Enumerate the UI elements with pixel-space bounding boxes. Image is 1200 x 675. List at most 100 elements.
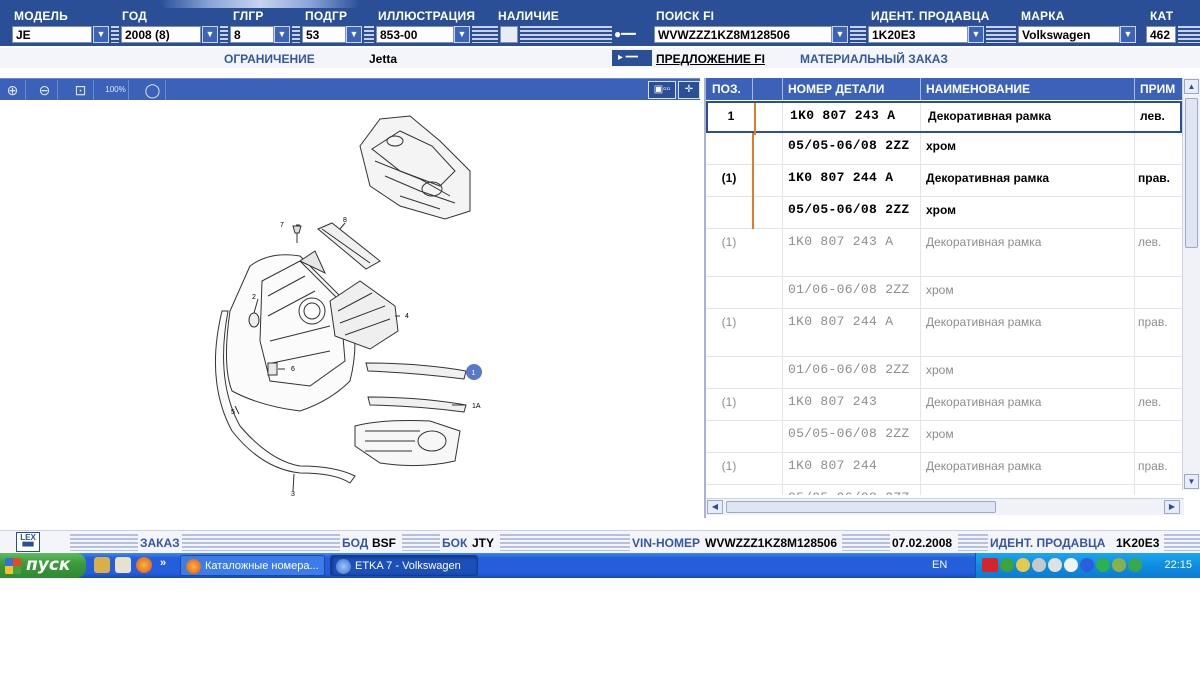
scroll-up-icon[interactable]: ▲ (1184, 79, 1199, 94)
quicklaunch-more-icon[interactable]: » (160, 557, 166, 569)
year-dropdown-icon[interactable]: ▼ (202, 26, 218, 43)
row-part-number: 05/05-06/08 2ZZ (788, 202, 910, 217)
table-row[interactable]: 05/05-06/08 2ZZ хром (706, 133, 1182, 165)
vendor-id-dropdown-icon[interactable]: ▼ (968, 26, 984, 43)
search-fi-dropdown-icon[interactable]: ▼ (832, 26, 848, 43)
arrow-right-icon: ▸ ━━ (612, 50, 652, 66)
security-icon[interactable] (1128, 558, 1142, 572)
tray-app-icon[interactable] (1112, 558, 1126, 572)
model-dropdown-icon[interactable]: ▼ (93, 26, 109, 43)
col-separator (782, 78, 783, 100)
start-button[interactable]: пуск (0, 553, 86, 578)
col-part-number[interactable]: НОМЕР ДЕТАЛИ (788, 82, 884, 96)
col-name[interactable]: НАИМЕНОВАНИЕ (926, 82, 1030, 96)
tray-app-icon[interactable] (1048, 558, 1062, 572)
col-separator (920, 78, 921, 100)
zoom-out-icon[interactable]: ⊖ (32, 80, 58, 100)
col-note[interactable]: ПРИМ (1140, 82, 1175, 96)
table-row[interactable]: (1) 1K0 807 244 Декоративная рамка прав. (706, 453, 1182, 485)
brand-dropdown-icon[interactable]: ▼ (1120, 26, 1136, 43)
tab-material-order[interactable]: МАТЕРИАЛЬНЫЙ ЗАКАЗ (800, 52, 948, 66)
bok-label: БОК (442, 536, 468, 550)
callout-1-active[interactable]: 1 (466, 364, 482, 380)
network-icon[interactable] (1000, 558, 1014, 572)
parts-table: ПОЗ. НОМЕР ДЕТАЛИ НАИМЕНОВАНИЕ ПРИМ 1 1K0… (704, 78, 1200, 518)
parts-illustration[interactable]: 7 8 2 4 6 1A 5 3 1 (0, 101, 700, 521)
tray-app-icon[interactable] (1016, 558, 1030, 572)
key-icon[interactable]: ●━━ (614, 27, 648, 42)
stripe-decoration (472, 26, 498, 43)
language-indicator[interactable]: EN (932, 559, 947, 571)
year-field[interactable]: 2008 (8) (121, 26, 201, 43)
table-row[interactable]: (1) 1K0 807 244 A Декоративная рамка прав. (706, 165, 1182, 197)
bod-value: BSF (372, 536, 396, 550)
zoom-fit-icon[interactable]: ◯ (140, 80, 166, 100)
scroll-thumb[interactable] (1185, 98, 1198, 248)
illustration-field[interactable]: 853-00 (376, 26, 454, 43)
taskbar-item-catalog[interactable]: Каталожные номера... (180, 555, 325, 576)
system-tray: 22:15 (975, 553, 1200, 578)
row-part-number: 1K0 807 243 (788, 394, 878, 409)
scroll-right-icon[interactable]: ▶ (1164, 500, 1180, 514)
col-separator (1134, 78, 1135, 100)
table-body: 1 1K0 807 243 A Декоративная рамка лев. 05/0… (706, 101, 1182, 495)
table-row[interactable]: 05/05-06/08 2ZZ хром (706, 421, 1182, 453)
table-row[interactable]: (1) 1K0 807 243 A Декоративная рамка лев. (706, 229, 1182, 277)
vertical-scrollbar[interactable]: ▲ ▼ (1182, 78, 1200, 490)
availability-label: НАЛИЧИЕ (498, 9, 559, 23)
podgr-field[interactable]: 53 (302, 26, 346, 43)
availability-checkbox[interactable] (500, 26, 518, 43)
usb-icon[interactable] (1064, 558, 1078, 572)
bok-value: JTY (472, 536, 495, 550)
stripe-decoration (182, 534, 340, 551)
layout-toggle-icon[interactable]: ▣▫▫ (648, 81, 676, 99)
model-field[interactable]: JE (12, 26, 92, 43)
catalog-field[interactable]: 462 (1146, 26, 1176, 43)
windows-taskbar: пуск » Каталожные номера... ETKA 7 - Vol… (0, 553, 1200, 578)
table-row[interactable]: 05/05-06/08 2ZZ хром (706, 485, 1182, 495)
table-row[interactable]: (1) 1K0 807 244 A Декоративная рамка прав. (706, 309, 1182, 357)
horizontal-scrollbar[interactable]: ◀ ▶ (706, 498, 1184, 515)
col-pos[interactable]: ПОЗ. (712, 82, 741, 96)
header-bar: МОДЕЛЬ JE ▼ ГОД 2008 (8) ▼ ГЛГР 8 ▼ ПОДГ… (0, 0, 1200, 46)
vendor-id-field[interactable]: 1K20E3 (868, 26, 968, 43)
brand-field[interactable]: Volkswagen (1018, 26, 1120, 43)
desktop-icon[interactable] (115, 557, 131, 573)
vendor-id-label: ИДЕНТ. ПРОДАВЦА (871, 9, 990, 23)
glgr-dropdown-icon[interactable]: ▼ (274, 26, 290, 43)
row-part-number: 1K0 807 243 A (790, 108, 896, 123)
bluetooth-icon[interactable] (1080, 558, 1094, 572)
firefox-icon[interactable] (136, 557, 152, 573)
table-row[interactable]: 1 1K0 807 243 A Декоративная рамка лев. (706, 101, 1182, 135)
stripe-decoration (402, 534, 440, 551)
ati-icon[interactable] (982, 558, 998, 572)
tray-app-icon[interactable] (1096, 558, 1110, 572)
lex-logo: LEX ▀▀ (16, 532, 40, 552)
illustration-dropdown-icon[interactable]: ▼ (454, 26, 470, 43)
volume-icon[interactable] (1032, 558, 1046, 572)
stripe-decoration (292, 26, 300, 43)
vendor-id-value: 1K20E3 (1116, 536, 1160, 550)
tab-fi-offer[interactable]: ПРЕДЛОЖЕНИЕ FI (656, 52, 765, 66)
row-note: прав. (1138, 171, 1170, 185)
scroll-down-icon[interactable]: ▼ (1184, 474, 1199, 489)
split-resize-icon[interactable]: ✛ (678, 81, 700, 99)
zoom-100-icon[interactable]: 100% (103, 80, 129, 100)
table-row[interactable]: (1) 1K0 807 243 Декоративная рамка лев. (706, 389, 1182, 421)
table-row[interactable]: 05/05-06/08 2ZZ хром (706, 197, 1182, 229)
table-row[interactable]: 01/06-06/08 2ZZ хром (706, 357, 1182, 389)
table-row[interactable]: 01/06-06/08 2ZZ хром (706, 277, 1182, 309)
zoom-area-icon[interactable]: ⊡ (68, 80, 94, 100)
callout-4: 4 (405, 313, 409, 320)
row-part-number: 01/06-06/08 2ZZ (788, 362, 910, 377)
scroll-left-icon[interactable]: ◀ (707, 500, 723, 514)
scroll-thumb[interactable] (726, 501, 996, 513)
podgr-dropdown-icon[interactable]: ▼ (346, 26, 362, 43)
explorer-icon[interactable] (94, 557, 110, 573)
taskbar-item-etka[interactable]: ETKA 7 - Volkswagen (330, 555, 478, 576)
order-label[interactable]: ЗАКАЗ (140, 536, 180, 550)
catalog-label: КАТ (1150, 9, 1174, 23)
glgr-field[interactable]: 8 (230, 26, 274, 43)
zoom-in-icon[interactable]: ⊕ (0, 80, 26, 100)
search-fi-field[interactable]: WVWZZZ1KZ8M128506 (654, 26, 832, 43)
